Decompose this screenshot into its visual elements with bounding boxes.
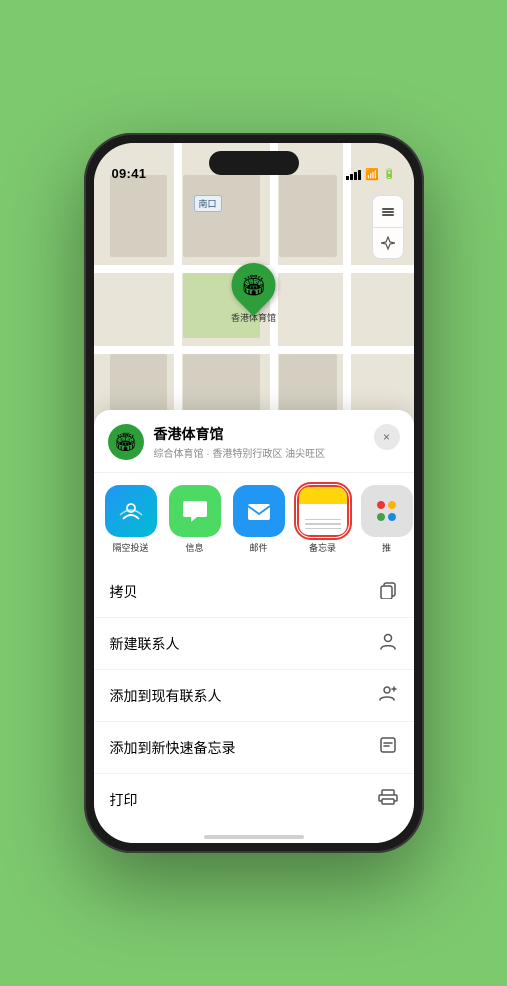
share-item-airdrop[interactable]: 隔空投送 <box>102 485 160 554</box>
battery-icon: 🔋 <box>383 169 395 180</box>
add-existing-label: 添加到现有联系人 <box>110 686 222 706</box>
venue-name: 香港体育馆 <box>154 424 400 444</box>
venue-icon: 🏟 <box>108 424 144 460</box>
stadium-marker: 🏟 香港体育馆 <box>231 263 276 324</box>
airdrop-icon <box>105 485 157 537</box>
airdrop-label: 隔空投送 <box>112 541 148 554</box>
share-item-messages[interactable]: 信息 <box>166 485 224 554</box>
note-icon <box>378 735 398 760</box>
close-button[interactable]: × <box>374 424 400 450</box>
copy-label: 拷贝 <box>110 582 138 602</box>
action-add-notes[interactable]: 添加到新快速备忘录 <box>94 721 414 773</box>
phone-screen: 09:41 📶 🔋 <box>94 143 414 843</box>
messages-label: 信息 <box>185 541 203 554</box>
action-new-contact[interactable]: 新建联系人 <box>94 617 414 669</box>
phone-frame: 09:41 📶 🔋 <box>84 133 424 853</box>
mail-label: 邮件 <box>249 541 267 554</box>
signal-icon <box>346 170 361 180</box>
wifi-icon: 📶 <box>365 168 379 181</box>
home-indicator <box>204 835 304 839</box>
action-list: 拷贝 新建联系人 <box>94 562 414 829</box>
map-label: 南口 <box>194 195 222 212</box>
more-icon <box>361 485 413 537</box>
bottom-sheet: 🏟 香港体育馆 综合体育馆 · 香港特别行政区 油尖旺区 × <box>94 410 414 843</box>
notes-label: 备忘录 <box>309 541 336 554</box>
marker-icon: 🏟 <box>241 273 266 298</box>
action-copy[interactable]: 拷贝 <box>94 566 414 617</box>
venue-subtitle: 综合体育馆 · 香港特别行政区 油尖旺区 <box>154 445 400 460</box>
person-icon <box>378 631 398 656</box>
messages-icon <box>169 485 221 537</box>
share-item-mail[interactable]: 邮件 <box>230 485 288 554</box>
venue-header: 🏟 香港体育馆 综合体育馆 · 香港特别行政区 油尖旺区 × <box>94 424 414 473</box>
copy-icon <box>378 579 398 604</box>
share-item-more[interactable]: 推 <box>358 485 414 554</box>
marker-pin: 🏟 <box>222 254 284 316</box>
dynamic-island <box>209 151 299 175</box>
map-label-text: 南口 <box>199 199 217 209</box>
action-print[interactable]: 打印 <box>94 773 414 825</box>
map-location-button[interactable] <box>372 227 404 259</box>
add-notes-label: 添加到新快速备忘录 <box>110 738 236 758</box>
print-label: 打印 <box>110 790 138 810</box>
more-label: 推 <box>382 541 391 554</box>
notes-icon <box>297 485 349 537</box>
share-item-notes[interactable]: 备忘录 <box>294 485 352 554</box>
person-add-icon <box>378 683 398 708</box>
new-contact-label: 新建联系人 <box>110 634 180 654</box>
venue-info: 香港体育馆 综合体育馆 · 香港特别行政区 油尖旺区 <box>154 424 400 460</box>
mail-icon <box>233 485 285 537</box>
print-icon <box>378 787 398 812</box>
status-icons: 📶 🔋 <box>346 168 395 181</box>
action-add-existing[interactable]: 添加到现有联系人 <box>94 669 414 721</box>
map-layers-button[interactable] <box>372 195 404 227</box>
map-controls <box>372 195 404 259</box>
share-row: 隔空投送 信息 <box>94 473 414 562</box>
status-time: 09:41 <box>112 166 147 181</box>
